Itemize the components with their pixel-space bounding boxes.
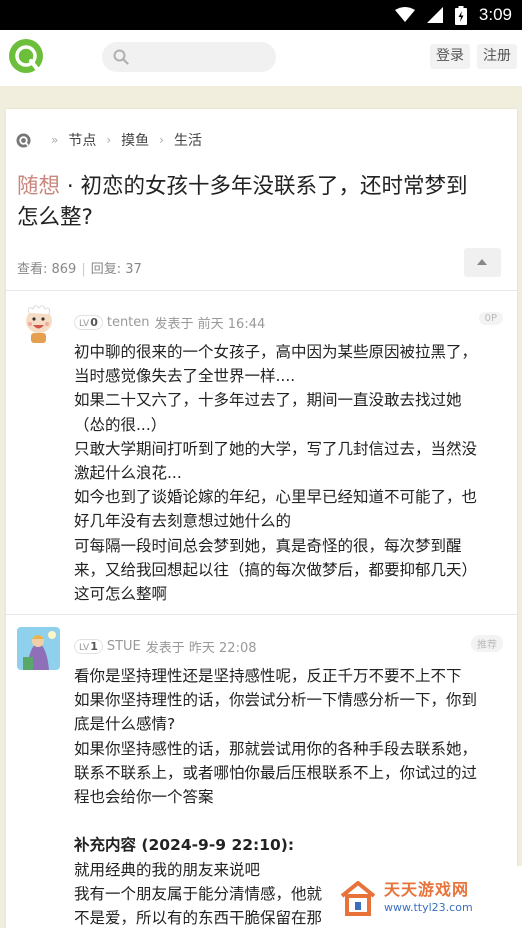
- status-time: 3:09: [478, 5, 512, 24]
- divider: [6, 290, 517, 291]
- signal-icon: [426, 7, 443, 23]
- caret-up-icon: [477, 259, 487, 265]
- meta-divider: |: [81, 262, 86, 277]
- views-count: 查看: 869: [17, 262, 77, 277]
- divider: [6, 614, 517, 615]
- avatar[interactable]: [17, 303, 60, 346]
- status-bar: 3:09: [0, 0, 522, 30]
- app-logo-icon[interactable]: [8, 38, 44, 76]
- login-button[interactable]: 登录: [430, 44, 470, 69]
- top-bar: 登录 注册: [0, 30, 522, 86]
- thread-tag[interactable]: 随想: [17, 174, 60, 199]
- post-header: LV 1 STUE 发表于 昨天 22:08: [74, 637, 257, 656]
- avatar-illustration-icon: [17, 627, 60, 670]
- breadcrumb-item-life[interactable]: 生活: [174, 130, 202, 150]
- wifi-icon: [394, 7, 415, 22]
- recommend-badge: 推荐: [471, 635, 503, 652]
- avatar[interactable]: [17, 627, 60, 670]
- watermark-name: 天天游戏网: [384, 880, 470, 899]
- title-line-1: 初恋的女孩十多年没联系了，还时常梦到: [80, 174, 468, 199]
- title-line-2: 怎么整?: [17, 205, 93, 230]
- title-separator: ·: [66, 174, 74, 199]
- level-badge: LV 0: [74, 315, 103, 330]
- post-time: 发表于 昨天 22:08: [145, 641, 257, 656]
- scroll-up-button[interactable]: [464, 248, 501, 277]
- author-name[interactable]: STUE: [107, 639, 141, 654]
- thread-title: 随想 · 初恋的女孩十多年没联系了，还时常梦到 怎么整?: [17, 171, 507, 233]
- level-badge: LV 1: [74, 639, 103, 654]
- post-time: 发表于 前天 16:44: [154, 317, 266, 332]
- author-name[interactable]: tenten: [107, 315, 150, 330]
- breadcrumb-item-nodes[interactable]: 节点: [68, 130, 96, 150]
- breadcrumb-chevron-icon: »: [51, 133, 59, 147]
- watermark-logo: 天天游戏网 www.ttyl23.com: [330, 866, 522, 928]
- thread-meta: 查看: 869 | 回复: 37: [17, 258, 142, 277]
- search-icon: [113, 49, 129, 65]
- watermark-url: www.ttyl23.com: [384, 901, 473, 914]
- floor-badge: 0P: [478, 312, 503, 325]
- thread-card: » 节点 › 摸鱼 › 生活 随想 · 初恋的女孩十多年没联系了，还时常梦到 怎…: [6, 109, 517, 928]
- search-bar[interactable]: [102, 42, 276, 72]
- avatar-cartoon-icon: [17, 303, 60, 346]
- post-content: 初中聊的很来的一个女孩子，高中因为某些原因被拉黑了， 当时感觉像失去了全世界一样.…: [74, 343, 478, 604]
- breadcrumb: » 节点 › 摸鱼 › 生活: [16, 130, 202, 150]
- battery-icon: [454, 5, 467, 25]
- post-header: LV 0 tenten 发表于 前天 16:44: [74, 313, 265, 332]
- breadcrumb-chevron-icon: ›: [106, 133, 112, 147]
- watermark-house-icon: [340, 881, 376, 916]
- breadcrumb-chevron-icon: ›: [159, 133, 164, 147]
- breadcrumb-item-moyu[interactable]: 摸鱼: [121, 130, 149, 150]
- register-button[interactable]: 注册: [477, 44, 517, 69]
- home-icon[interactable]: [16, 133, 31, 148]
- replies-count: 回复: 37: [90, 262, 142, 277]
